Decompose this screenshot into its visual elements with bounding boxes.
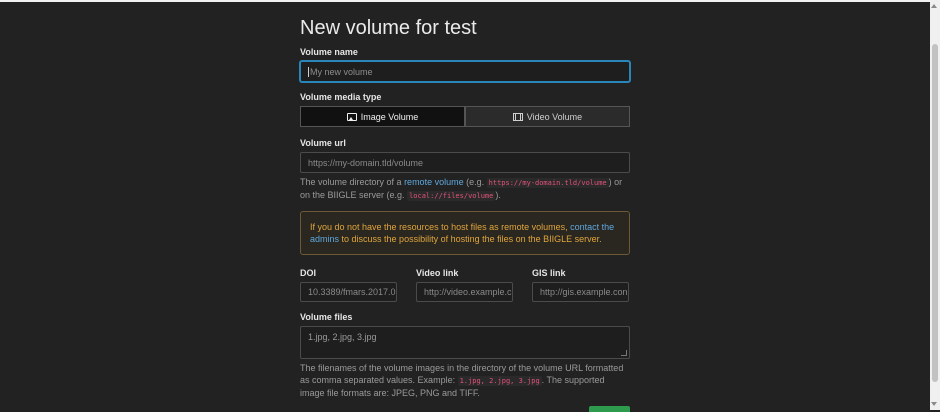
metadata-row: DOI 10.3389/fmars.2017.0 Video link http… <box>300 267 630 302</box>
doi-placeholder: 10.3389/fmars.2017.0 <box>308 287 396 297</box>
scroll-down-arrow-icon[interactable] <box>931 402 937 406</box>
volume-name-label: Volume name <box>300 47 358 57</box>
volume-files-help: The filenames of the volume images in th… <box>300 362 630 399</box>
video-link-placeholder: http://video.example.c <box>424 287 512 297</box>
doi-label: DOI <box>300 268 317 278</box>
gis-link-label: GIS link <box>532 268 566 278</box>
video-volume-button[interactable]: Video Volume <box>465 106 630 127</box>
film-icon <box>512 112 523 121</box>
volume-url-label: Volume url <box>300 138 346 148</box>
create-volume-form: New volume for test Volume name My new v… <box>300 16 630 399</box>
media-type-toggle: Image Volume Video Volume <box>300 106 630 127</box>
scroll-thumb[interactable] <box>932 44 938 382</box>
help-text: The volume directory of a <box>300 177 402 187</box>
image-volume-button[interactable]: Image Volume <box>300 106 465 127</box>
create-volume-button[interactable] <box>589 406 630 412</box>
volume-url-group: Volume url https://my-domain.tld/volume … <box>300 137 630 202</box>
volume-name-placeholder: My new volume <box>310 66 373 77</box>
volume-files-group: Volume files 1.jpg, 2.jpg, 3.jpg The fil… <box>300 311 630 399</box>
alert-text: If you do not have the resources to host… <box>310 222 568 232</box>
hosting-alert: If you do not have the resources to host… <box>300 211 630 255</box>
alert-text: to discuss the possibility of hosting th… <box>341 234 602 244</box>
video-link-input[interactable]: http://video.example.c <box>416 282 513 302</box>
volume-name-group: Volume name My new volume <box>300 46 630 82</box>
page-scrollbar[interactable] <box>930 0 940 410</box>
page-title: New volume for test <box>300 17 477 39</box>
volume-files-label: Volume files <box>300 312 353 322</box>
gis-link-group: GIS link http://gis.example.con <box>532 267 629 302</box>
browser-top-edge <box>0 0 930 2</box>
gis-link-input[interactable]: http://gis.example.con <box>532 282 629 302</box>
resize-handle[interactable] <box>621 350 627 356</box>
remote-volume-link[interactable]: remote volume <box>404 177 464 187</box>
example-local-code: local://files/volume <box>407 191 496 201</box>
volume-name-input[interactable]: My new volume <box>300 61 630 82</box>
video-link-group: Video link http://video.example.c <box>416 267 513 302</box>
text-caret <box>308 66 309 77</box>
volume-files-placeholder: 1.jpg, 2.jpg, 3.jpg <box>308 332 377 342</box>
media-type-label: Volume media type <box>300 92 382 102</box>
volume-files-textarea[interactable]: 1.jpg, 2.jpg, 3.jpg <box>300 326 630 359</box>
image-volume-label: Image Volume <box>360 111 419 122</box>
volume-url-placeholder: https://my-domain.tld/volume <box>308 157 424 168</box>
doi-input[interactable]: 10.3389/fmars.2017.0 <box>300 282 397 302</box>
volume-url-input[interactable]: https://my-domain.tld/volume <box>300 152 630 173</box>
help-text: ). <box>495 190 501 200</box>
volume-url-help: The volume directory of a remote volume … <box>300 176 630 202</box>
video-link-label: Video link <box>416 268 459 278</box>
example-files-code: 1.jpg, 2.jpg, 3.jpg <box>457 376 542 386</box>
image-icon <box>346 112 357 121</box>
doi-group: DOI 10.3389/fmars.2017.0 <box>300 267 397 302</box>
video-volume-label: Video Volume <box>526 111 583 122</box>
gis-link-placeholder: http://gis.example.con <box>540 287 628 297</box>
media-type-group: Volume media type Image Volume Video Vol… <box>300 91 630 127</box>
example-url-code: https://my-domain.tld/volume <box>486 178 609 188</box>
scroll-up-arrow-icon[interactable] <box>931 4 937 8</box>
help-text: (e.g. <box>466 177 485 187</box>
